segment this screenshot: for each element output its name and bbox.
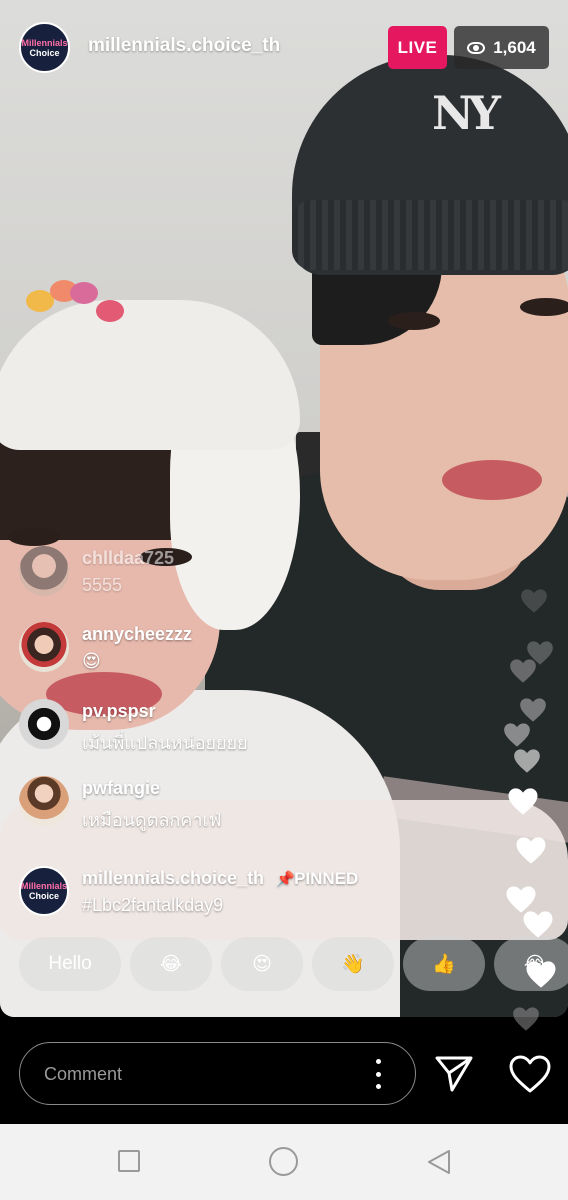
triangle-back-icon[interactable] — [426, 1149, 452, 1175]
comment-username[interactable]: pv.pspsr — [82, 701, 156, 722]
floating-heart-icon — [520, 588, 548, 614]
host-username[interactable]: millennials.choice_th — [88, 35, 280, 57]
floating-heart-icon — [519, 697, 547, 723]
pinned-label: PINNED — [294, 869, 359, 888]
live-badge: LIVE — [388, 26, 447, 69]
avatar-logo-text: Millennials — [21, 37, 68, 48]
hat-pompom — [70, 282, 98, 304]
video-eye — [8, 528, 60, 546]
floating-heart-icon — [509, 658, 537, 684]
comment-text: 😍 — [82, 651, 101, 671]
floating-heart-icon — [513, 748, 541, 774]
pinned-comment-header: millennials.choice_th 📌PINNED — [82, 868, 358, 889]
floating-heart-icon — [525, 960, 557, 989]
comment-input[interactable] — [44, 1057, 364, 1091]
video-eye — [388, 312, 440, 330]
pinned-comment[interactable]: Millennials Choice millennials.choice_th… — [19, 866, 459, 926]
commenter-avatar[interactable] — [19, 699, 69, 749]
comment-input-box[interactable] — [19, 1042, 416, 1105]
heart-icon[interactable] — [508, 1054, 552, 1094]
comment-text: เหมือนดูตลกคาเฟ่ — [82, 810, 222, 830]
comment-username[interactable]: pwfangie — [82, 778, 160, 799]
floating-heart-icon — [515, 836, 547, 865]
comment-item[interactable]: pv.pspsr เม้นพี่แปลนหน่อยยยย — [19, 699, 459, 759]
avatar-logo-text: Choice — [28, 891, 59, 901]
eye-icon — [467, 41, 486, 54]
quick-reaction-heart-eyes[interactable]: 😍 — [221, 937, 303, 991]
live-video[interactable]: NY — [0, 0, 568, 1017]
comment-item[interactable]: annycheezzz 😍 — [19, 622, 459, 682]
beanie-logo: NY — [432, 86, 501, 140]
quick-reaction-laugh[interactable]: 😂 — [130, 937, 212, 991]
video-eye — [520, 298, 568, 316]
comment-username[interactable]: millennials.choice_th — [82, 868, 264, 888]
hat-pompom — [96, 300, 124, 322]
floating-heart-icon — [507, 787, 539, 816]
comment-text: เม้นพี่แปลนหน่อยยยย — [82, 733, 248, 753]
quick-reaction-wave[interactable]: 👋 — [312, 937, 394, 991]
viewer-count: 1,604 — [493, 37, 536, 57]
comment-username[interactable]: annycheezzz — [82, 624, 192, 645]
quick-reaction-hello[interactable]: Hello — [19, 937, 121, 991]
commenter-avatar[interactable] — [19, 546, 69, 596]
floating-heart-icon — [522, 910, 554, 939]
commenter-avatar[interactable] — [19, 776, 69, 826]
viewer-count-badge[interactable]: 1,604 — [454, 26, 549, 69]
comment-username[interactable]: chlldaa725 — [82, 548, 174, 569]
commenter-avatar[interactable] — [19, 622, 69, 672]
comment-text: #Lbc2fantalkday9 — [82, 895, 224, 915]
video-lips — [442, 460, 542, 500]
circle-icon[interactable] — [269, 1147, 298, 1176]
avatar-logo-text: Choice — [29, 47, 60, 58]
video-person-right-beanie-rib — [292, 200, 568, 270]
comment-text: 5555 — [82, 575, 123, 595]
quick-reaction-thumbs-up[interactable]: 👍 — [403, 937, 485, 991]
comment-item[interactable]: pwfangie เหมือนดูตลกคาเฟ่ — [19, 776, 459, 836]
floating-heart-icon — [512, 1006, 540, 1032]
square-icon[interactable] — [118, 1150, 140, 1172]
commenter-avatar[interactable]: Millennials Choice — [19, 866, 69, 916]
avatar-logo-text: Millennials — [21, 881, 68, 891]
pin-icon: 📌 — [276, 871, 295, 888]
comment-item[interactable]: chlldaa725 5555 — [19, 546, 459, 606]
more-vertical-icon[interactable] — [372, 1059, 384, 1089]
system-navigation-bar — [0, 1124, 568, 1200]
host-avatar[interactable]: Millennials Choice — [19, 22, 70, 73]
floating-heart-icon — [503, 722, 531, 748]
paper-plane-icon[interactable] — [434, 1055, 474, 1093]
quick-reactions-bar: Hello 😂 😍 👋 👍 😂 — [19, 937, 568, 991]
